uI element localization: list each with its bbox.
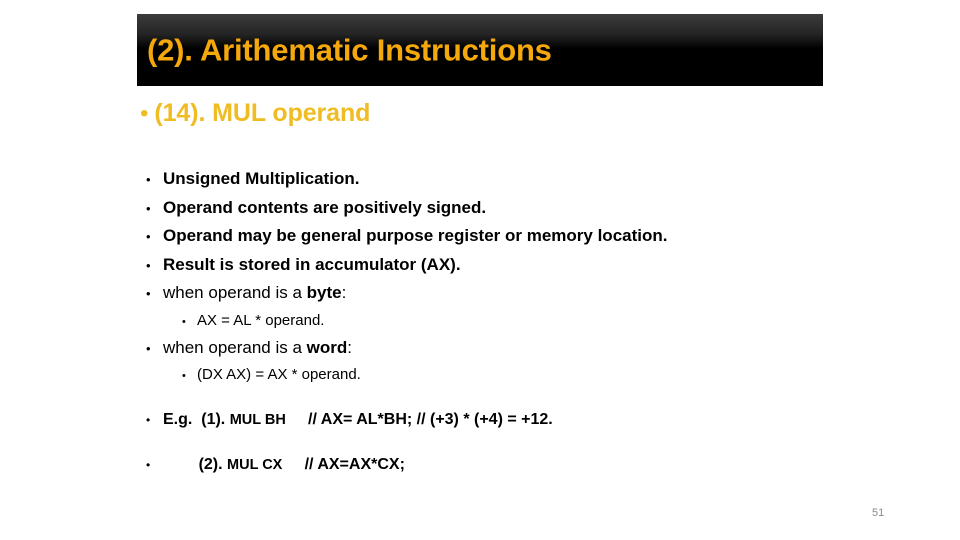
bullet-icon: • — [146, 172, 151, 187]
example-gap — [286, 411, 308, 428]
example-prefix — [163, 456, 199, 473]
list-item: • Unsigned Multiplication. — [146, 170, 846, 199]
bullet-icon: • — [146, 458, 151, 472]
list-item-text-prefix: when operand is a — [163, 283, 307, 302]
list-item: • Result is stored in accumulator (AX). — [146, 256, 846, 285]
list-item-text-emphasis: byte — [306, 283, 342, 302]
example-label: (2). MUL CX // AX=AX*CX; — [163, 457, 405, 473]
slide: (2). Arithematic Instructions • (14). MU… — [0, 0, 960, 540]
list-item-text-suffix: : — [341, 283, 347, 302]
bullet-icon: • — [146, 413, 151, 427]
bullet-icon: • — [182, 315, 186, 328]
example-comment: // AX=AX*CX; — [304, 456, 405, 473]
bullet-list: • Unsigned Multiplication. • Operand con… — [146, 170, 846, 393]
list-item-text-suffix: : — [347, 337, 352, 357]
list-item: • when operand is a byte: — [146, 284, 846, 313]
subtitle: • (14). MUL operand — [140, 101, 370, 126]
bullet-icon: • — [146, 229, 151, 244]
example-gap — [282, 456, 304, 473]
list-item-text-emphasis: word — [306, 337, 348, 357]
bullet-icon: • — [140, 100, 149, 127]
example-label: E.g. (1). MUL BH // AX= AL*BH; // (+3) *… — [163, 412, 553, 428]
list-item-label: AX = AL * operand. — [197, 311, 325, 329]
list-item: • Operand contents are positively signed… — [146, 199, 846, 228]
example-number: (1). — [201, 411, 230, 428]
bullet-icon: • — [146, 200, 151, 216]
example-instruction: MUL CX — [227, 457, 283, 473]
page-number: 51 — [872, 507, 885, 519]
example-list: • E.g. (1). MUL BH // AX= AL*BH; // (+3)… — [146, 412, 866, 502]
example-prefix: E.g. — [163, 411, 202, 428]
list-item-label: Operand may be general purpose register … — [163, 226, 668, 245]
bullet-icon: • — [146, 286, 151, 301]
example-item: • E.g. (1). MUL BH // AX= AL*BH; // (+3)… — [146, 412, 866, 457]
bullet-icon: • — [182, 370, 186, 382]
list-item-text-prefix: when operand is a — [163, 337, 307, 357]
list-item-label: (DX AX) = AX * operand. — [197, 366, 361, 383]
list-item-label: Result is stored in accumulator (AX). — [163, 254, 461, 274]
list-item-label: when operand is a byte: — [163, 284, 346, 301]
list-item: • when operand is a word: — [146, 339, 846, 368]
list-item: • (DX AX) = AX * operand. — [182, 367, 846, 393]
list-item: • AX = AL * operand. — [182, 313, 846, 339]
title-banner: (2). Arithematic Instructions — [137, 14, 823, 86]
example-number: (2). — [198, 456, 228, 473]
list-item-label: when operand is a word: — [163, 339, 352, 356]
list-item-label: Unsigned Multiplication. — [163, 169, 360, 188]
list-item-label: Operand contents are positively signed. — [163, 197, 487, 217]
example-comment: // AX= AL*BH; // (+3) * (+4) = +12. — [308, 411, 553, 428]
list-item: • Operand may be general purpose registe… — [146, 227, 846, 256]
subtitle-label: (14). MUL operand — [154, 99, 371, 127]
bullet-icon: • — [146, 257, 151, 273]
example-item: • (2). MUL CX // AX=AX*CX; — [146, 457, 866, 502]
bullet-icon: • — [146, 340, 151, 356]
page-title: (2). Arithematic Instructions — [147, 32, 552, 68]
example-instruction: MUL BH — [229, 412, 286, 428]
